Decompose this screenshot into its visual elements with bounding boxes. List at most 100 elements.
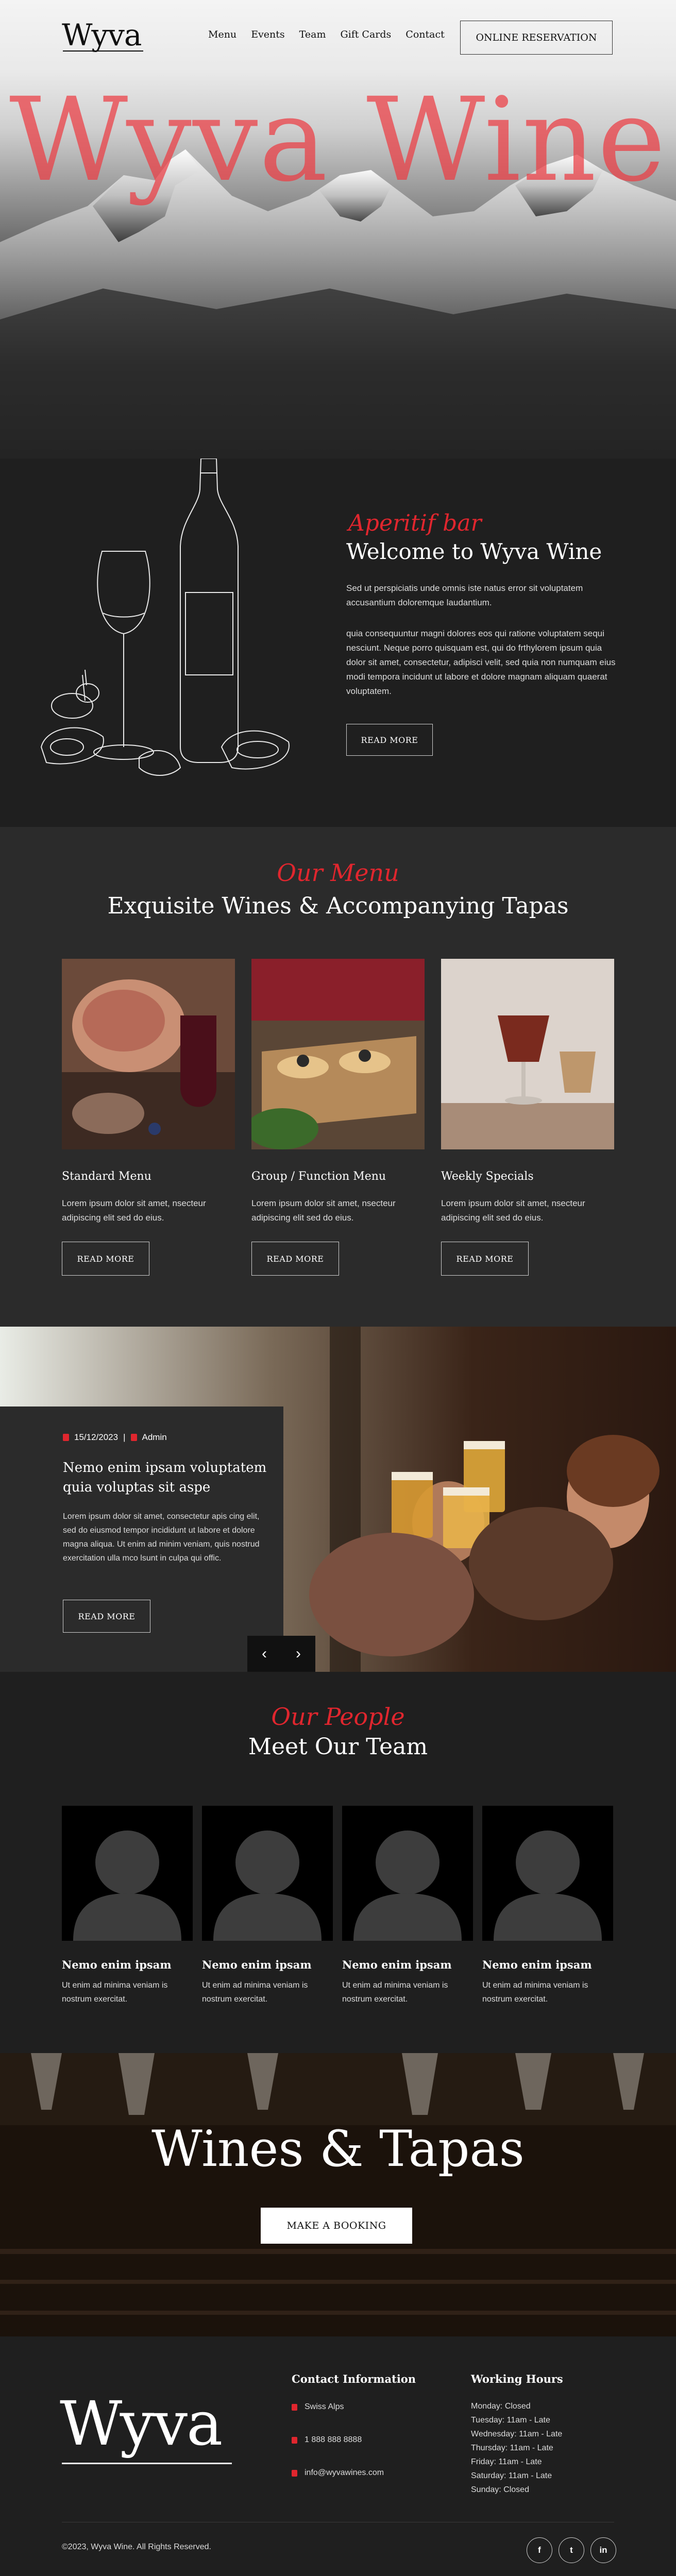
calendar-icon xyxy=(63,1434,69,1441)
chevron-right-icon[interactable]: › xyxy=(296,1645,301,1663)
top-nav: Wyva Menu Events Team Gift Cards Contact… xyxy=(0,0,676,72)
location-pin-icon xyxy=(292,2403,297,2411)
avatar xyxy=(342,1806,473,1941)
blog-title[interactable]: Nemo enim ipsam voluptatem quia voluptas… xyxy=(63,1458,269,1497)
nav-link-menu[interactable]: Menu xyxy=(208,29,236,40)
menu-section: Our Menu Exquisite Wines & Accompanying … xyxy=(0,827,676,1327)
avatar xyxy=(62,1806,193,1941)
cta-title: Wines & Tapas xyxy=(151,2120,525,2178)
copyright: ©2023, Wyva Wine. All Rights Reserved. xyxy=(62,2543,211,2551)
facebook-icon[interactable]: f xyxy=(527,2537,552,2563)
menu-title: Exquisite Wines & Accompanying Tapas xyxy=(107,893,569,919)
menu-card-standard: Standard Menu Lorem ipsum dolor sit amet… xyxy=(62,959,235,1276)
booking-cta-section: Wines & Tapas MAKE A BOOKING xyxy=(0,2053,676,2336)
team-script-heading: Our People xyxy=(271,1703,405,1731)
menu-script-heading: Our Menu xyxy=(277,859,399,887)
team-member-card: Nemo enim ipsam Ut enim ad minima veniam… xyxy=(202,1806,333,2006)
meta-separator: | xyxy=(123,1432,126,1442)
team-section: Our People Meet Our Team Nemo enim ipsam… xyxy=(0,1672,676,2053)
blog-author[interactable]: Admin xyxy=(142,1432,167,1443)
blog-meta: 15/12/2023 | Admin xyxy=(63,1432,167,1443)
group-menu-image xyxy=(251,959,425,1149)
logo-underline xyxy=(63,50,143,52)
blog-slider-section: 15/12/2023 | Admin Nemo enim ipsam volup… xyxy=(0,1327,676,1672)
hours-row: Wednesday: 11am - Late xyxy=(471,2430,563,2438)
hours-row: Tuesday: 11am - Late xyxy=(471,2416,550,2425)
blog-post-card: 15/12/2023 | Admin Nemo enim ipsam volup… xyxy=(0,1406,283,1672)
slider-arrows: ‹ › xyxy=(247,1636,315,1672)
menu-card-title: Standard Menu xyxy=(62,1170,151,1183)
team-title: Meet Our Team xyxy=(248,1734,428,1760)
team-member-name: Nemo enim ipsam xyxy=(62,1958,172,1971)
hours-row: Thursday: 11am - Late xyxy=(471,2444,553,2452)
brand-logo[interactable]: Wyva xyxy=(62,18,142,53)
nav-links: Menu Events Team Gift Cards Contact xyxy=(208,29,445,40)
chevron-left-icon[interactable]: ‹ xyxy=(262,1645,267,1663)
twitter-icon[interactable]: t xyxy=(559,2537,584,2563)
nav-link-events[interactable]: Events xyxy=(251,29,284,40)
team-member-text: Ut enim ad minima veniam is nostrum exer… xyxy=(202,1981,308,2004)
nav-link-contact[interactable]: Contact xyxy=(405,29,444,40)
hero-section: Wyva Menu Events Team Gift Cards Contact… xyxy=(0,0,676,459)
blog-date: 15/12/2023 xyxy=(74,1432,119,1442)
online-reservation-button[interactable]: ONLINE RESERVATION xyxy=(460,21,613,55)
menu-card-read-more-button[interactable]: READ MORE xyxy=(251,1242,339,1276)
blog-read-more-button[interactable]: READ MORE xyxy=(63,1600,150,1633)
contact-location: Swiss Alps xyxy=(292,2402,344,2412)
contact-heading: Contact Information xyxy=(292,2372,416,2385)
welcome-title: Welcome to Wyva Wine xyxy=(346,539,602,564)
team-member-text: Ut enim ad minima veniam is nostrum exer… xyxy=(342,1981,448,2004)
hours-row: Monday: Closed xyxy=(471,2402,531,2411)
hours-row: Saturday: 11am - Late xyxy=(471,2471,552,2480)
menu-card-read-more-button[interactable]: READ MORE xyxy=(441,1242,529,1276)
email-text[interactable]: info@wyvawines.com xyxy=(305,2468,384,2478)
wine-illustration xyxy=(40,459,290,776)
linkedin-icon[interactable]: in xyxy=(590,2537,616,2563)
menu-card-read-more-button[interactable]: READ MORE xyxy=(62,1242,149,1276)
menu-card-group-function: Group / Function Menu Lorem ipsum dolor … xyxy=(251,959,425,1276)
team-member-name: Nemo enim ipsam xyxy=(482,1958,592,1971)
hours-row: Sunday: Closed xyxy=(471,2485,529,2494)
team-member-card: Nemo enim ipsam Ut enim ad minima veniam… xyxy=(62,1806,193,2006)
menu-card-text: Lorem ipsum dolor sit amet, nsecteur adi… xyxy=(62,1198,206,1223)
team-member-card: Nemo enim ipsam Ut enim ad minima veniam… xyxy=(482,1806,613,2006)
location-text: Swiss Alps xyxy=(305,2402,344,2411)
phone-icon xyxy=(292,2436,297,2444)
menu-card-title: Group / Function Menu xyxy=(251,1170,386,1183)
working-hours-list: Monday: Closed Tuesday: 11am - Late Wedn… xyxy=(471,2399,562,2497)
welcome-section: Aperitif bar Welcome to Wyva Wine Sed ut… xyxy=(0,459,676,827)
user-icon xyxy=(130,1434,137,1441)
footer-logo[interactable]: Wyva xyxy=(60,2388,223,2459)
nav-link-gift-cards[interactable]: Gift Cards xyxy=(340,29,391,40)
hours-row: Friday: 11am - Late xyxy=(471,2458,542,2466)
welcome-read-more-button[interactable]: READ MORE xyxy=(346,724,433,756)
team-member-text: Ut enim ad minima veniam is nostrum exer… xyxy=(62,1981,168,2004)
social-links: f t in xyxy=(527,2537,616,2563)
footer-logo-underline xyxy=(62,2463,232,2464)
avatar xyxy=(202,1806,333,1941)
menu-card-text: Lorem ipsum dolor sit amet, nsecteur adi… xyxy=(441,1198,585,1223)
hero-title: Wyva Wine xyxy=(9,73,667,207)
welcome-paragraph-2: quia consequuntur magni dolores eos qui … xyxy=(346,629,616,696)
team-member-card: Nemo enim ipsam Ut enim ad minima veniam… xyxy=(342,1806,473,2006)
make-a-booking-button[interactable]: MAKE A BOOKING xyxy=(261,2208,412,2244)
footer: Wyva Contact Information Swiss Alps 1 88… xyxy=(0,2336,676,2576)
team-member-text: Ut enim ad minima veniam is nostrum exer… xyxy=(482,1981,588,2004)
menu-card-text: Lorem ipsum dolor sit amet, nsecteur adi… xyxy=(251,1198,396,1223)
team-member-name: Nemo enim ipsam xyxy=(342,1958,452,1971)
mail-icon xyxy=(292,2469,297,2477)
weekly-specials-image xyxy=(441,959,614,1149)
nav-link-team[interactable]: Team xyxy=(299,29,326,40)
phone-text[interactable]: 1 888 888 8888 xyxy=(305,2435,362,2445)
standard-menu-image xyxy=(62,959,235,1149)
menu-card-weekly-specials: Weekly Specials Lorem ipsum dolor sit am… xyxy=(441,959,614,1276)
contact-email: info@wyvawines.com xyxy=(292,2468,384,2478)
blog-excerpt: Lorem ipsum dolor sit amet, consectetur … xyxy=(63,1512,260,1563)
menu-card-title: Weekly Specials xyxy=(441,1170,534,1183)
welcome-script-heading: Aperitif bar xyxy=(348,510,482,536)
contact-phone: 1 888 888 8888 xyxy=(292,2435,362,2445)
bar-interior-photo xyxy=(0,2053,676,2336)
hours-heading: Working Hours xyxy=(471,2372,563,2385)
team-member-name: Nemo enim ipsam xyxy=(202,1958,312,1971)
avatar xyxy=(482,1806,613,1941)
